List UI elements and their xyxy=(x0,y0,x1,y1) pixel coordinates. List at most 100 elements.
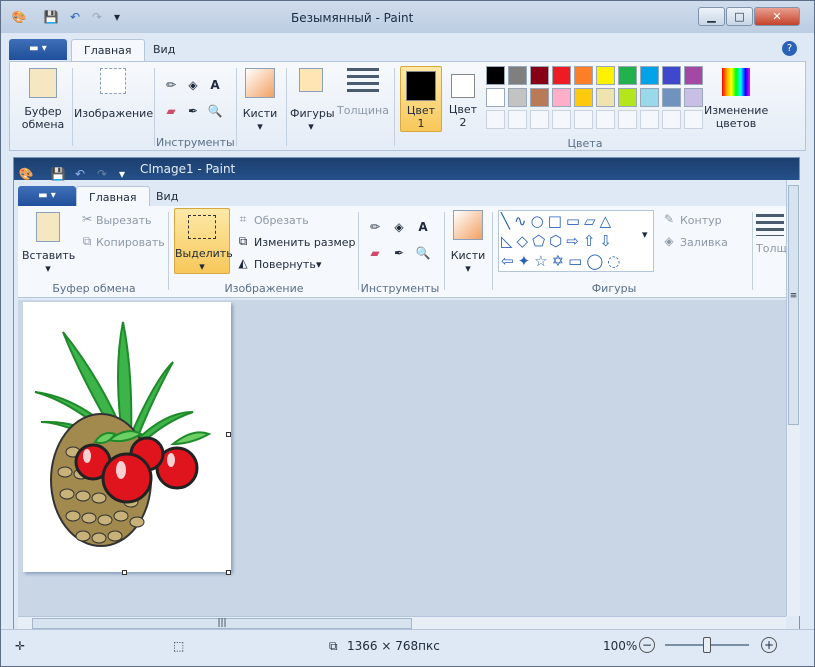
color1-button[interactable]: Цвет 1 xyxy=(400,66,442,132)
brushes-button[interactable]: Кисти ▾ xyxy=(448,210,488,275)
outline-icon[interactable]: ✎ xyxy=(660,210,678,228)
vertical-scroll-thumb[interactable]: ≡ xyxy=(788,185,799,425)
resize-label[interactable]: Изменить размер xyxy=(254,236,356,249)
palette-swatch[interactable] xyxy=(640,66,659,85)
custom-color-slot[interactable] xyxy=(508,110,527,129)
custom-color-slot[interactable] xyxy=(640,110,659,129)
brushes-button[interactable]: Кисти ▾ xyxy=(240,68,280,133)
color2-button[interactable]: Цвет 2 xyxy=(444,66,482,129)
pencil-icon[interactable]: ✏ xyxy=(162,76,180,94)
palette-swatch[interactable] xyxy=(530,66,549,85)
size-button[interactable]: Толщи xyxy=(756,214,786,255)
scissors-icon[interactable]: ✂ xyxy=(78,210,96,228)
custom-color-slot[interactable] xyxy=(684,110,703,129)
pencil-icon[interactable]: ✏ xyxy=(366,218,384,236)
fill-icon[interactable]: ◈ xyxy=(660,232,678,250)
palette-swatch[interactable] xyxy=(530,88,549,107)
fill-label[interactable]: Заливка xyxy=(680,236,728,249)
crop-icon[interactable]: ⌗ xyxy=(234,210,252,228)
canvas-area[interactable] xyxy=(18,300,786,616)
palette-swatch[interactable] xyxy=(552,88,571,107)
palette-swatch[interactable] xyxy=(596,88,615,107)
minimize-button[interactable]: ▁ xyxy=(698,7,725,26)
redo-icon[interactable]: ↷ xyxy=(89,10,105,24)
gallery-more-icon[interactable]: ▾ xyxy=(642,228,648,241)
shapes-gallery[interactable]: ╲∿○□▭▱△ ◺◇⬠⬡⇨⇧⇩ ⇦✦☆✡▭◯◌ xyxy=(498,210,654,272)
vertical-scrollbar[interactable]: ≡ xyxy=(786,180,800,616)
zoom-slider[interactable] xyxy=(665,637,749,653)
fill-bucket-icon[interactable]: ◈ xyxy=(390,218,408,236)
size-button[interactable]: Толщина xyxy=(336,68,390,117)
palette-swatch[interactable] xyxy=(574,66,593,85)
redo-icon[interactable]: ↷ xyxy=(94,167,110,181)
resize-handle-bottom[interactable] xyxy=(122,570,127,575)
palette-swatch[interactable] xyxy=(596,66,615,85)
palette-swatch[interactable] xyxy=(684,88,703,107)
rotate-icon[interactable]: ◭ xyxy=(234,254,252,272)
copy-label[interactable]: Копировать xyxy=(96,236,165,249)
save-icon[interactable]: 💾 xyxy=(43,10,59,24)
outline-label[interactable]: Контур xyxy=(680,214,722,227)
tab-home[interactable]: Главная xyxy=(71,39,145,61)
shapes-button[interactable]: Фигуры ▾ xyxy=(290,68,335,133)
color-picker-icon[interactable]: ✒ xyxy=(184,102,202,120)
custom-color-slot[interactable] xyxy=(596,110,615,129)
eraser-icon[interactable]: ▰ xyxy=(162,102,180,120)
resize-handle-corner[interactable] xyxy=(226,570,231,575)
palette-swatch[interactable] xyxy=(508,88,527,107)
resize-icon[interactable]: ⧉ xyxy=(234,232,252,250)
cut-label[interactable]: Вырезать xyxy=(96,214,151,227)
text-tool-icon[interactable]: A xyxy=(206,76,224,94)
custom-color-slot[interactable] xyxy=(662,110,681,129)
copy-icon[interactable]: ⧉ xyxy=(78,232,96,250)
palette-swatch[interactable] xyxy=(486,88,505,107)
fill-bucket-icon[interactable]: ◈ xyxy=(184,76,202,94)
custom-color-slot[interactable] xyxy=(486,110,505,129)
palette-swatch[interactable] xyxy=(486,66,505,85)
zoom-out-button[interactable]: − xyxy=(639,637,655,653)
edit-colors-button[interactable]: Изменение цветов xyxy=(704,68,768,130)
maximize-button[interactable]: □ xyxy=(726,7,753,26)
horizontal-scroll-thumb[interactable]: ||| xyxy=(32,618,412,629)
undo-icon[interactable]: ↶ xyxy=(72,167,88,181)
undo-icon[interactable]: ↶ xyxy=(67,10,83,24)
help-icon[interactable]: ? xyxy=(782,41,797,56)
text-tool-icon[interactable]: A xyxy=(414,218,432,236)
inner-tab-view[interactable]: Вид xyxy=(144,186,190,208)
close-button[interactable]: ✕ xyxy=(754,7,800,26)
resize-handle-right[interactable] xyxy=(226,432,231,437)
palette-swatch[interactable] xyxy=(618,66,637,85)
palette-swatch[interactable] xyxy=(662,88,681,107)
custom-color-slot[interactable] xyxy=(574,110,593,129)
customize-qa-icon[interactable]: ▾ xyxy=(109,10,125,24)
custom-color-slot[interactable] xyxy=(530,110,549,129)
zoom-slider-thumb[interactable] xyxy=(703,637,711,653)
palette-swatch[interactable] xyxy=(662,66,681,85)
clipboard-button[interactable]: Буфер обмена xyxy=(18,68,68,131)
paste-button[interactable]: Вставить ▾ xyxy=(22,212,75,275)
save-icon[interactable]: 💾 xyxy=(50,167,66,181)
drawing-canvas[interactable] xyxy=(23,302,231,572)
paint-app-icon[interactable]: 🎨 xyxy=(18,167,34,181)
palette-swatch[interactable] xyxy=(618,88,637,107)
palette-swatch[interactable] xyxy=(508,66,527,85)
palette-swatch[interactable] xyxy=(574,88,593,107)
horizontal-scrollbar[interactable]: ||| xyxy=(18,616,786,630)
palette-swatch[interactable] xyxy=(640,88,659,107)
magnifier-icon[interactable]: 🔍 xyxy=(206,102,224,120)
image-button[interactable]: Изображение xyxy=(74,68,153,120)
paint-app-icon[interactable]: 🎨 xyxy=(11,10,27,24)
zoom-in-button[interactable]: + xyxy=(761,637,777,653)
customize-qa-icon[interactable]: ▾ xyxy=(114,167,130,181)
inner-tab-home[interactable]: Главная xyxy=(76,186,150,208)
color-picker-icon[interactable]: ✒ xyxy=(390,244,408,262)
tab-view[interactable]: Вид xyxy=(141,39,187,61)
crop-label[interactable]: Обрезать xyxy=(254,214,309,227)
file-menu-button[interactable]: ▬ ▾ xyxy=(9,39,67,60)
eraser-icon[interactable]: ▰ xyxy=(366,244,384,262)
custom-color-slot[interactable] xyxy=(552,110,571,129)
palette-swatch[interactable] xyxy=(552,66,571,85)
inner-file-menu-button[interactable]: ▬ ▾ xyxy=(18,186,76,207)
select-button[interactable]: Выделить ▾ xyxy=(174,208,233,274)
magnifier-icon[interactable]: 🔍 xyxy=(414,244,432,262)
